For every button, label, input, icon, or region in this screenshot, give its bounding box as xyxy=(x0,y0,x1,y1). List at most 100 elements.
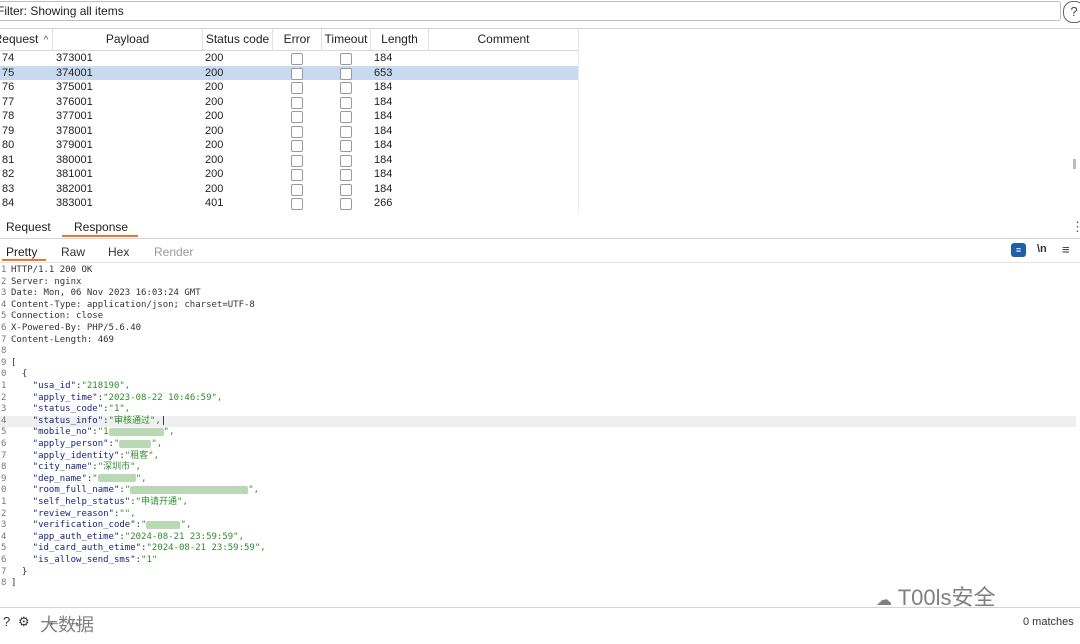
search-input[interactable] xyxy=(92,612,1012,632)
tab-pretty[interactable]: Pretty xyxy=(6,245,37,259)
code-text: { xyxy=(11,369,28,380)
code-line: 2 "review_reason":"", xyxy=(0,509,1076,521)
table-row[interactable]: 84 383001 401 266 xyxy=(0,196,578,211)
cell-length: 184 xyxy=(374,182,393,195)
tab-response[interactable]: Response xyxy=(74,220,128,234)
column-header-length[interactable]: Length xyxy=(371,29,429,51)
cell-status-code: 200 xyxy=(205,52,224,64)
filter-text[interactable]: Filter: Showing all items xyxy=(0,4,124,18)
settings-gear-icon[interactable]: ⚙ xyxy=(18,614,30,630)
line-number: 4 xyxy=(1,415,7,426)
code-text: "city_name":"深圳市", xyxy=(11,462,141,474)
json-key: "usa_id" xyxy=(11,381,77,391)
cell-request: 80 xyxy=(2,139,15,151)
table-row[interactable]: 75 374001 200 653 xyxy=(0,65,578,80)
code-line: 5 "id_card_auth_etime":"2024-08-21 23:59… xyxy=(0,543,1076,555)
table-row[interactable]: 74 373001 200 184 xyxy=(0,51,578,66)
table-row[interactable]: 77 376001 200 184 xyxy=(0,95,578,110)
cell-length: 184 xyxy=(374,95,393,108)
timeout-checkbox xyxy=(340,154,352,167)
error-checkbox xyxy=(291,183,303,196)
line-number: 5 xyxy=(1,311,7,322)
json-key: "city_name" xyxy=(11,462,93,473)
code-text: Connection: close xyxy=(11,311,104,322)
table-row[interactable]: 83 382001 200 184 xyxy=(0,182,578,197)
more-options-icon[interactable]: ⋮ xyxy=(1071,219,1080,235)
cell-length: 266 xyxy=(374,197,393,209)
column-header-payload[interactable]: Payload xyxy=(53,29,203,51)
error-checkbox xyxy=(291,154,303,167)
tab-request[interactable]: Request xyxy=(6,220,51,234)
code-text: ] xyxy=(11,578,17,589)
line-number: 8 xyxy=(1,346,7,357)
newline-toggle-button[interactable]: \n xyxy=(1037,243,1047,255)
code-text: "apply_identity":"租客", xyxy=(11,451,159,463)
code-line: 1 "self_help_status":"申请开通", xyxy=(0,497,1076,509)
code-text: [ xyxy=(11,357,17,368)
table-row[interactable]: 81 380001 200 184 xyxy=(0,153,578,168)
cell-request: 79 xyxy=(2,124,15,137)
line-number: 6 xyxy=(1,439,7,449)
json-key: "verification_code" xyxy=(11,520,136,531)
line-number: 0 xyxy=(1,369,7,380)
table-row[interactable]: 82 381001 200 184 xyxy=(0,167,578,182)
cell-request: 74 xyxy=(2,52,15,64)
line-number: 7 xyxy=(1,334,7,345)
matches-count: 0 matches xyxy=(1023,616,1074,628)
cell-length: 653 xyxy=(374,66,393,79)
text-cursor: | xyxy=(160,415,167,426)
column-header-request[interactable]: Request ^ xyxy=(0,29,53,51)
line-number: 9 xyxy=(1,473,7,484)
cell-request: 75 xyxy=(2,66,15,79)
json-key: "status_info" xyxy=(11,415,104,426)
json-key: "apply_identity" xyxy=(11,450,120,461)
tab-raw[interactable]: Raw xyxy=(61,245,85,259)
line-number: 9 xyxy=(1,357,7,368)
scrollbar-marker[interactable] xyxy=(1073,159,1076,169)
filter-box[interactable]: Filter: Showing all items xyxy=(0,1,1061,21)
line-number: 6 xyxy=(1,555,7,565)
watermark-left: 大数据 xyxy=(40,615,94,635)
code-line: 9 "dep_name":" ", xyxy=(0,474,1076,486)
cell-status-code: 200 xyxy=(205,182,224,195)
table-row[interactable]: 80 379001 200 184 xyxy=(0,138,578,153)
line-number: 7 xyxy=(1,450,7,461)
column-header-timeout[interactable]: Timeout xyxy=(322,29,371,51)
wrap-lines-icon[interactable]: ≡ xyxy=(1011,243,1026,257)
timeout-checkbox xyxy=(340,96,352,109)
menu-icon[interactable]: ≡ xyxy=(1062,242,1070,257)
line-number: 4 xyxy=(1,299,7,310)
code-line: 8 xyxy=(0,346,1076,358)
help-circle-icon[interactable]: ? xyxy=(3,614,10,629)
tab-hex[interactable]: Hex xyxy=(108,245,129,259)
redacted-value xyxy=(130,485,249,494)
active-tab-indicator xyxy=(62,235,138,237)
column-header-comment[interactable]: Comment xyxy=(429,29,579,51)
code-line: 3 "status_code":"1", xyxy=(0,404,1076,416)
json-value-tail: ", xyxy=(163,427,175,438)
message-tabs: Request Response xyxy=(0,216,1080,239)
line-number: 1 xyxy=(1,265,7,275)
code-text: "mobile_no":"1 ", xyxy=(11,427,175,439)
line-number: 4 xyxy=(1,531,7,542)
help-icon[interactable]: ? xyxy=(1063,1,1080,23)
table-row[interactable]: 78 377001 200 184 xyxy=(0,109,578,124)
tab-render[interactable]: Render xyxy=(154,245,193,259)
code-text: "apply_person":" ", xyxy=(11,439,163,451)
table-row[interactable]: 76 375001 200 184 xyxy=(0,80,578,95)
code-line: 6 "apply_person":" ", xyxy=(0,439,1076,451)
response-editor[interactable]: 1 HTTP/1.1 200 OK 2 Server: nginx 3 Date: Mon… xyxy=(0,265,1076,605)
timeout-checkbox xyxy=(340,111,352,123)
column-header-error[interactable]: Error xyxy=(273,29,322,51)
json-value: "深圳市", xyxy=(97,462,141,473)
json-key: "apply_person" xyxy=(11,439,109,449)
table-row[interactable]: 79 378001 200 184 xyxy=(0,124,578,139)
error-checkbox xyxy=(291,53,303,65)
cell-request: 76 xyxy=(2,81,15,93)
json-value: "1" xyxy=(141,555,158,565)
json-value-tail: ", xyxy=(135,473,147,484)
json-key: "dep_name" xyxy=(11,473,87,484)
column-header-status-code[interactable]: Status code xyxy=(203,29,273,51)
cell-status-code: 200 xyxy=(205,139,224,151)
code-text: Server: nginx xyxy=(11,276,82,287)
